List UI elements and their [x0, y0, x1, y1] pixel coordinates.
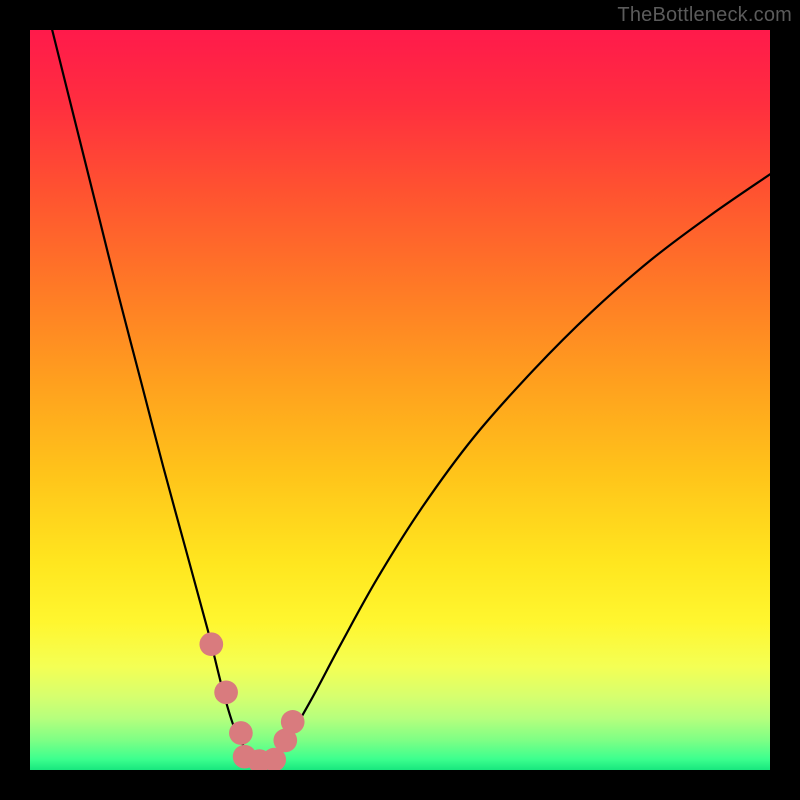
plot-svg — [30, 30, 770, 770]
curve-marker — [214, 680, 238, 704]
curve-marker — [229, 721, 253, 745]
curve-marker — [199, 632, 223, 656]
plot-area — [30, 30, 770, 770]
curve-marker — [281, 710, 305, 734]
gradient-background — [30, 30, 770, 770]
watermark-text: TheBottleneck.com — [617, 4, 792, 27]
chart-canvas: TheBottleneck.com — [0, 0, 800, 800]
